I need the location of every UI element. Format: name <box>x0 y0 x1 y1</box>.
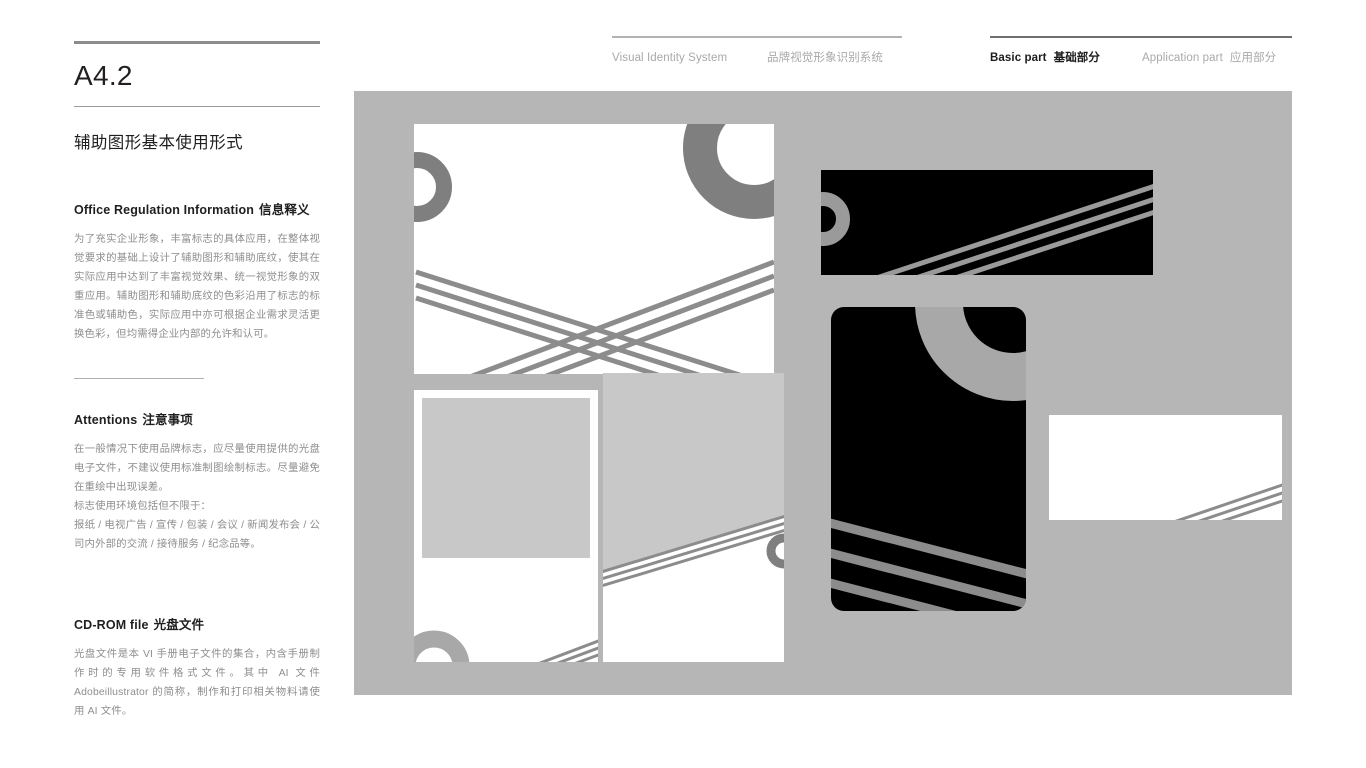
section-divider-2 <box>74 585 204 587</box>
section-heading-cn: 光盘文件 <box>153 618 205 633</box>
section-heading-office-regulation-information: Office Regulation Information 信息释义 <box>74 199 320 218</box>
card-artwork-bottom-left <box>414 630 598 662</box>
header-tab-application-part[interactable]: Application part 应用部分 <box>1142 49 1276 65</box>
section-heading-en: CD-ROM file <box>74 618 149 633</box>
section-divider-1 <box>74 377 204 380</box>
paragraph: 标志使用环境包括但不限于： <box>74 500 212 512</box>
graphic-card-white-landscape-small[interactable] <box>1049 415 1282 520</box>
ring-top-right-clip <box>683 124 774 219</box>
ring-right-clip <box>766 533 784 569</box>
header-tab-basic-part-cn: 基础部分 <box>1053 52 1101 64</box>
section-body-attentions: 在一般情况下使用品牌标志，应尽量使用提供的光盘电子文件，不建议使用标准制图绘制标… <box>74 441 320 555</box>
ring-left-clip <box>414 152 452 222</box>
ring-bottom-left-clip <box>414 630 470 662</box>
diagonal-stripes-corner <box>1174 483 1282 520</box>
section-heading-cn: 信息释义 <box>259 203 310 217</box>
mid-rule <box>74 105 320 107</box>
card-artwork-top-left <box>414 124 774 374</box>
paragraph: 报纸 / 电视广告 / 宣传 / 包装 / 会议 / 新闻发布会 / 公司内外部… <box>74 519 320 550</box>
card-artwork-right <box>1174 483 1282 520</box>
top-rule <box>74 41 320 44</box>
crossing-stripes <box>415 259 774 374</box>
section-cd-rom-file: CD-ROM file 光盘文件 光盘文件是本 VI 手册电子文件的集合，内含手册… <box>74 614 320 722</box>
paragraph: 为了充实企业形象，丰富标志的具体应用，在整体视觉要求的基础上设计了辅助图形和辅助… <box>74 234 320 340</box>
card-artwork-black-portrait <box>831 307 1026 611</box>
ring-left-clip <box>821 192 850 246</box>
section-heading-en: Attentions <box>74 413 138 428</box>
graphic-card-black-portrait[interactable] <box>831 307 1026 611</box>
section-attentions: Attentions 注意事项 在一般情况下使用品牌标志，应尽量使用提供的光盘电子… <box>74 409 320 555</box>
header-tab-application-part-en: Application part <box>1142 52 1223 64</box>
header-group-visual-identity: Visual Identity System 品牌视觉形象识别系统 <box>612 36 902 65</box>
page-title: 辅助图形基本使用形式 <box>74 134 243 152</box>
header-label-visual-identity-system: Visual Identity System <box>612 52 728 64</box>
section-body-cd-rom-file: 光盘文件是本 VI 手册电子文件的集合，内含手册制作时的专用软件格式文件。其中 … <box>74 646 320 722</box>
header-tab-basic-part-en: Basic part <box>990 52 1047 64</box>
graphic-card-white-landscape-large[interactable] <box>414 124 774 374</box>
header-group-parts: Basic part 基础部分 Application part 应用部分 <box>990 36 1292 65</box>
diagonal-stripes-corner <box>538 639 598 662</box>
card-artwork-black-landscape <box>821 184 1153 275</box>
diagonal-stripes-bottom <box>831 518 1026 611</box>
header-rule-parts <box>990 36 1292 38</box>
header-tab-application-part-cn: 应用部分 <box>1229 52 1277 64</box>
left-text-column: A4.2 辅助图形基本使用形式 Office Regulation Inform… <box>74 41 320 722</box>
header-tab-basic-part[interactable]: Basic part 基础部分 <box>990 49 1142 65</box>
graphics-showcase-panel <box>354 91 1292 695</box>
page-code: A4.2 <box>74 59 133 91</box>
section-heading-attentions: Attentions 注意事项 <box>74 409 320 428</box>
section-heading-en: Office Regulation Information <box>74 203 255 217</box>
paragraph: 光盘文件是本 VI 手册电子文件的集合，内含手册制作时的专用软件格式文件。其中 … <box>74 649 320 718</box>
card-artwork-bottom-middle <box>603 373 784 588</box>
section-heading-cd-rom-file: CD-ROM file 光盘文件 <box>74 614 320 633</box>
diagonal-stripes <box>877 184 1153 275</box>
header-rule-visual-identity <box>612 36 902 38</box>
paragraph: 在一般情况下使用品牌标志，应尽量使用提供的光盘电子文件，不建议使用标准制图绘制标… <box>74 444 320 493</box>
graphic-card-white-portrait-block[interactable] <box>414 390 598 662</box>
section-body-office-regulation-information: 为了充实企业形象，丰富标志的具体应用，在整体视觉要求的基础上设计了辅助图形和辅助… <box>74 231 320 345</box>
quarter-ring-top-right <box>915 307 1026 401</box>
graphic-card-black-landscape[interactable] <box>821 170 1153 275</box>
section-office-regulation-information: Office Regulation Information 信息释义 为了充实企业… <box>74 199 320 345</box>
section-heading-cn: 注意事项 <box>142 413 193 428</box>
header-label-visual-identity-system-cn: 品牌视觉形象识别系统 <box>767 52 883 64</box>
graphic-card-white-portrait-diagonal[interactable] <box>603 373 784 662</box>
